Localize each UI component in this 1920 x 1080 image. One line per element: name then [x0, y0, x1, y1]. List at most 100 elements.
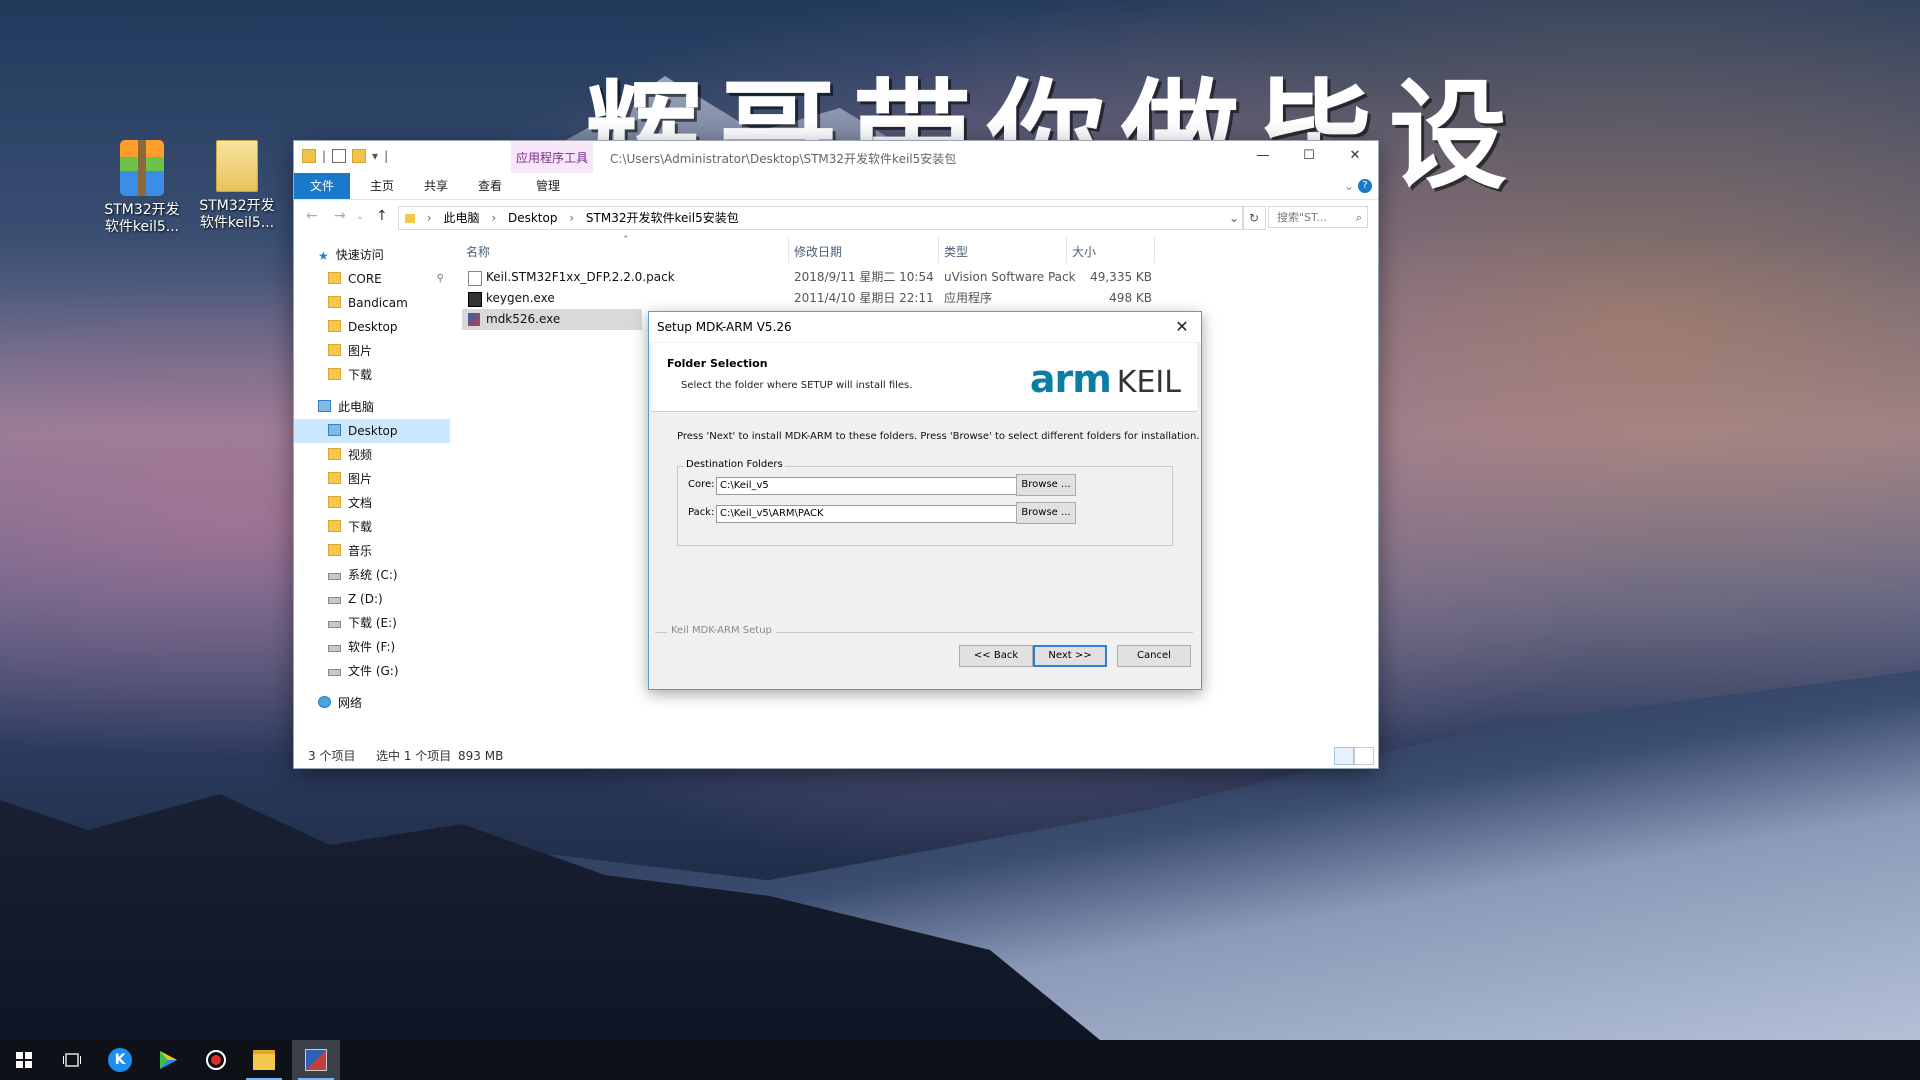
nav-quick-access[interactable]: ★ 快速访问	[294, 243, 450, 267]
expand-ribbon-icon[interactable]: ⌄	[1344, 179, 1354, 193]
folder-icon	[302, 149, 316, 163]
search-placeholder: 搜索"ST...	[1277, 211, 1327, 224]
explorer-title-bar: | ▾ | 应用程序工具 C:\Users\Administrator\Desk…	[294, 141, 1378, 173]
logo-keil: KEIL	[1116, 365, 1181, 400]
tab-share[interactable]: 共享	[412, 173, 460, 199]
desktop-icon-archive[interactable]: STM32开发 软件keil5...	[94, 140, 190, 236]
file-row-selected[interactable]: mdk526.exe	[462, 309, 642, 330]
back-button[interactable]: << Back	[959, 645, 1033, 667]
nav-label: 视频	[348, 448, 373, 462]
column-header-date[interactable]: 修改日期	[794, 243, 842, 260]
browse-pack-button[interactable]: Browse ...	[1016, 502, 1076, 524]
folder-icon	[216, 140, 258, 192]
column-header-name[interactable]: 名称	[466, 243, 490, 260]
tab-manage[interactable]: 管理	[520, 173, 576, 199]
nav-drive-c[interactable]: 系统 (C:)	[294, 563, 450, 587]
desktop-icon	[328, 424, 341, 436]
pack-label: Pack:	[688, 507, 715, 518]
back-arrow-icon[interactable]: ←	[306, 208, 318, 224]
media-player-icon[interactable]	[144, 1040, 192, 1080]
nav-item-pictures[interactable]: 图片	[294, 339, 450, 363]
nav-pc-videos[interactable]: 视频	[294, 443, 450, 467]
nav-pc-desktop[interactable]: Desktop	[294, 419, 450, 443]
drive-icon	[328, 645, 341, 652]
nav-item-desktop[interactable]: Desktop	[294, 315, 450, 339]
group-label: Destination Folders	[684, 459, 785, 470]
address-box[interactable]: › 此电脑 › Desktop › STM32开发软件keil5安装包 ⌄	[398, 206, 1244, 230]
tab-home[interactable]: 主页	[358, 173, 406, 199]
desktop-icon-label: 软件keil5...	[104, 219, 180, 235]
tab-view[interactable]: 查看	[466, 173, 514, 199]
nav-pc-downloads[interactable]: 下载	[294, 515, 450, 539]
customize-qa-icon[interactable]: ▾	[372, 149, 378, 163]
details-view-icon[interactable]	[1334, 747, 1354, 765]
dialog-title: Setup MDK-ARM V5.26	[657, 320, 792, 334]
large-icons-view-icon[interactable]	[1354, 747, 1374, 765]
kugou-icon[interactable]: K	[96, 1040, 144, 1080]
arm-keil-logo: arm KEIL	[1030, 357, 1181, 401]
breadcrumb-desktop[interactable]: Desktop	[508, 211, 558, 225]
address-dropdown-icon[interactable]: ⌄	[1229, 207, 1239, 229]
nav-network[interactable]: 网络	[294, 691, 450, 715]
tab-file[interactable]: 文件	[294, 173, 350, 199]
nav-item-core[interactable]: CORE ⚲	[294, 267, 450, 291]
dialog-close-button[interactable]: ✕	[1169, 314, 1195, 340]
minimize-button[interactable]: —	[1240, 141, 1286, 171]
nav-label: 此电脑	[338, 400, 375, 414]
browse-core-button[interactable]: Browse ...	[1016, 474, 1076, 496]
breadcrumb-this-pc[interactable]: 此电脑	[443, 211, 479, 225]
music-icon	[328, 544, 341, 556]
forward-arrow-icon[interactable]: →	[334, 208, 346, 224]
file-row[interactable]: Keil.STM32F1xx_DFP.2.2.0.pack 2018/9/11 …	[462, 267, 1162, 288]
file-explorer-icon[interactable]	[240, 1040, 288, 1080]
nav-item-downloads[interactable]: 下载	[294, 363, 450, 387]
nav-label: 系统 (C:)	[348, 568, 398, 582]
mdk-installer-icon	[468, 313, 480, 326]
nav-item-bandicam[interactable]: Bandicam	[294, 291, 450, 315]
nav-drive-f[interactable]: 软件 (F:)	[294, 635, 450, 659]
refresh-icon[interactable]: ↻	[1242, 206, 1266, 230]
nav-this-pc[interactable]: 此电脑	[294, 395, 450, 419]
pin-icon[interactable]: ⚲	[437, 267, 444, 291]
navigation-pane: ★ 快速访问 CORE ⚲ Bandicam Desktop 图片 下载 此电脑 …	[294, 235, 450, 725]
file-name: keygen.exe	[486, 291, 555, 305]
nav-drive-d[interactable]: Z (D:)	[294, 587, 450, 611]
cancel-button[interactable]: Cancel	[1117, 645, 1191, 667]
new-folder-icon[interactable]	[352, 149, 367, 163]
next-button[interactable]: Next >>	[1033, 645, 1107, 667]
nav-pc-documents[interactable]: 文档	[294, 491, 450, 515]
column-header-size[interactable]: 大小	[1072, 243, 1096, 260]
breadcrumb-current[interactable]: STM32开发软件keil5安装包	[586, 211, 739, 225]
nav-label: Desktop	[348, 424, 398, 438]
up-arrow-icon[interactable]: ↑	[376, 208, 388, 224]
desktop-icon-folder[interactable]: STM32开发 软件keil5...	[189, 140, 285, 232]
nav-pc-music[interactable]: 音乐	[294, 539, 450, 563]
column-header-type[interactable]: 类型	[944, 243, 968, 260]
nav-pc-pictures[interactable]: 图片	[294, 467, 450, 491]
nav-label: 软件 (F:)	[348, 640, 396, 654]
nav-drive-g[interactable]: 文件 (G:)	[294, 659, 450, 683]
close-button[interactable]: ✕	[1332, 141, 1378, 171]
drive-icon	[328, 621, 341, 628]
nav-label: 文档	[348, 496, 373, 510]
file-size: 49,335 KB	[1090, 270, 1152, 284]
dialog-header: Folder Selection Select the folder where…	[651, 343, 1197, 412]
context-tab-app-tools[interactable]: 应用程序工具	[511, 141, 593, 173]
dialog-title-bar: Setup MDK-ARM V5.26 ✕	[649, 312, 1201, 342]
file-name: Keil.STM32F1xx_DFP.2.2.0.pack	[486, 270, 675, 284]
recent-dropdown-icon[interactable]: ⌄	[356, 211, 364, 222]
search-icon[interactable]: ⌕	[1356, 207, 1362, 229]
nav-drive-e[interactable]: 下载 (E:)	[294, 611, 450, 635]
task-view-icon[interactable]	[48, 1040, 96, 1080]
drive-icon	[328, 597, 341, 604]
properties-icon[interactable]	[332, 149, 347, 163]
help-icon[interactable]: ?	[1358, 179, 1372, 193]
mdk-setup-icon[interactable]	[292, 1040, 340, 1080]
file-row[interactable]: keygen.exe 2011/4/10 星期日 22:11 应用程序 498 …	[462, 288, 1162, 309]
maximize-button[interactable]: ☐	[1286, 141, 1332, 171]
record-icon[interactable]	[192, 1040, 240, 1080]
search-input[interactable]: 搜索"ST... ⌕	[1268, 206, 1368, 228]
instructions-text: Press 'Next' to install MDK-ARM to these…	[677, 431, 1200, 442]
taskbar: K	[0, 1040, 1920, 1080]
start-icon[interactable]	[0, 1040, 48, 1080]
